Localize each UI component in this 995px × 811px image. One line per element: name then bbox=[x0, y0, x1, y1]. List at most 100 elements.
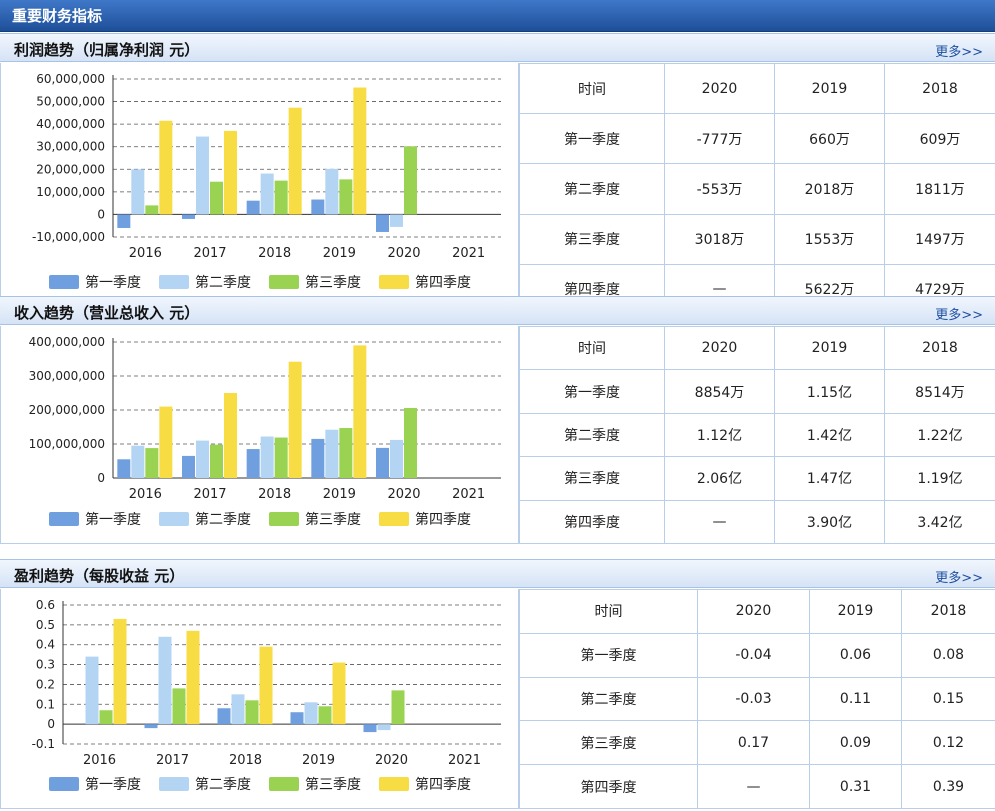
eps-bar-chart: 0.6 0.5 0.4 0.3 0.2 0.1 0 -0.1 2016 2017 2018 2019 2… bbox=[32, 598, 501, 793]
y-tick-label: 300,000,000 bbox=[29, 369, 105, 383]
row-label: 第三季度 bbox=[519, 720, 698, 766]
header-cell: 2020 bbox=[664, 325, 775, 371]
x-tick-label: 2019 bbox=[323, 487, 356, 502]
table-row: 第四季度 — 0.31 0.39 bbox=[519, 764, 995, 809]
table-row: 第二季度 -553万 2018万 1811万 bbox=[519, 163, 995, 215]
profit-table: 时间 2020 2019 2018 第一季度 -777万 660万 609万 第… bbox=[519, 62, 995, 316]
bar bbox=[311, 438, 325, 478]
legend-label: 第四季度 bbox=[415, 776, 471, 793]
table-cell: 0.17 bbox=[697, 720, 810, 766]
table-row: 第三季度 2.06亿 1.47亿 1.19亿 bbox=[519, 456, 995, 501]
legend-label: 第二季度 bbox=[195, 776, 251, 793]
legend-swatch bbox=[379, 512, 409, 526]
header-cell: 2019 bbox=[774, 325, 885, 371]
bar bbox=[85, 656, 99, 725]
x-tick-label: 2019 bbox=[323, 246, 356, 261]
table-cell: 3.42亿 bbox=[884, 499, 995, 545]
legend-swatch bbox=[49, 275, 79, 289]
bar bbox=[210, 444, 223, 478]
row-label: 第三季度 bbox=[519, 456, 665, 501]
header-cell: 2018 bbox=[884, 62, 995, 115]
bar bbox=[260, 436, 274, 478]
section-title: 利润趋势（归属净利润 元） bbox=[14, 41, 200, 59]
bar bbox=[363, 724, 377, 733]
bar bbox=[231, 694, 245, 725]
bar bbox=[376, 214, 389, 232]
table-cell: 0.39 bbox=[901, 764, 995, 809]
table-cell: 8514万 bbox=[884, 369, 995, 414]
section-title: 收入趋势（营业总收入 元） bbox=[14, 304, 200, 322]
y-tick-label: 200,000,000 bbox=[29, 403, 105, 417]
bar bbox=[318, 706, 332, 725]
y-tick-label: 0 bbox=[47, 717, 55, 731]
bar bbox=[145, 205, 159, 215]
bar bbox=[353, 345, 367, 478]
y-tick-label: 0.1 bbox=[36, 697, 55, 711]
bar bbox=[246, 200, 260, 215]
legend-label: 第二季度 bbox=[195, 274, 251, 291]
bar bbox=[311, 199, 325, 215]
bar bbox=[159, 406, 173, 478]
y-tick-label: 60,000,000 bbox=[36, 72, 105, 86]
bar bbox=[390, 214, 403, 227]
bar bbox=[117, 459, 131, 478]
table-cell: -777万 bbox=[664, 113, 775, 165]
table-cell: 2018万 bbox=[774, 163, 885, 215]
bar bbox=[274, 437, 288, 478]
bar bbox=[99, 710, 113, 725]
bar bbox=[376, 447, 389, 478]
x-tick-label: 2021 bbox=[448, 753, 481, 768]
section-title: 盈利趋势（每股收益 元） bbox=[14, 567, 185, 585]
table-header-row: 时间 2020 2019 2018 bbox=[519, 325, 995, 371]
table-cell: 0.08 bbox=[901, 632, 995, 678]
header-cell: 时间 bbox=[519, 589, 698, 634]
bar bbox=[246, 449, 260, 478]
legend-swatch bbox=[269, 275, 299, 289]
table-row: 第二季度 1.12亿 1.42亿 1.22亿 bbox=[519, 412, 995, 458]
more-link[interactable]: 更多>> bbox=[935, 304, 983, 323]
table-cell: 609万 bbox=[884, 113, 995, 165]
y-tick-label: 30,000,000 bbox=[36, 140, 105, 154]
bar bbox=[210, 181, 223, 215]
row-label: 第三季度 bbox=[519, 213, 665, 265]
row-label: 第一季度 bbox=[519, 113, 665, 165]
bar bbox=[245, 700, 259, 725]
bar bbox=[159, 120, 173, 215]
legend-label: 第三季度 bbox=[305, 511, 361, 528]
more-link[interactable]: 更多>> bbox=[935, 41, 983, 60]
profit-bar-chart: 60,000,000 50,000,000 40,000,000 30,000,000… bbox=[32, 72, 501, 291]
y-tick-label: 0.5 bbox=[36, 618, 55, 632]
header-cell: 时间 bbox=[519, 325, 665, 371]
more-link[interactable]: 更多>> bbox=[935, 567, 983, 586]
revenue-table: 时间 2020 2019 2018 第一季度 8854万 1.15亿 8514万… bbox=[519, 325, 995, 545]
y-tick-label: 20,000,000 bbox=[36, 162, 105, 176]
table-row: 第四季度 — 3.90亿 3.42亿 bbox=[519, 499, 995, 545]
bar bbox=[224, 393, 237, 478]
y-tick-label: 10,000,000 bbox=[36, 185, 105, 199]
x-tick-label: 2017 bbox=[156, 753, 189, 768]
bar bbox=[172, 688, 186, 725]
legend-swatch bbox=[379, 777, 409, 791]
y-tick-label: 0 bbox=[97, 471, 105, 485]
x-tick-label: 2018 bbox=[229, 753, 262, 768]
row-label: 第一季度 bbox=[519, 632, 698, 678]
y-tick-label: -0.1 bbox=[32, 737, 55, 751]
table-row: 第一季度 8854万 1.15亿 8514万 bbox=[519, 369, 995, 414]
bar bbox=[391, 690, 405, 725]
row-label: 第四季度 bbox=[519, 499, 665, 545]
legend-label: 第四季度 bbox=[415, 274, 471, 291]
y-tick-label: 0.6 bbox=[36, 598, 55, 612]
y-tick-label: 50,000,000 bbox=[36, 95, 105, 109]
header-cell: 2019 bbox=[809, 589, 902, 634]
header-cell: 2018 bbox=[884, 325, 995, 371]
table-cell: 1.15亿 bbox=[774, 369, 885, 414]
y-tick-label: -10,000,000 bbox=[32, 230, 105, 244]
profit-chart: 60,000,000 50,000,000 40,000,000 30,000,000… bbox=[0, 63, 519, 315]
table-cell: -553万 bbox=[664, 163, 775, 215]
y-tick-label: 0.3 bbox=[36, 658, 55, 672]
bar bbox=[145, 448, 159, 478]
page-title: 重要财务指标 bbox=[12, 7, 103, 25]
bar bbox=[288, 361, 302, 478]
legend-label: 第三季度 bbox=[305, 274, 361, 291]
x-tick-label: 2021 bbox=[452, 246, 485, 261]
